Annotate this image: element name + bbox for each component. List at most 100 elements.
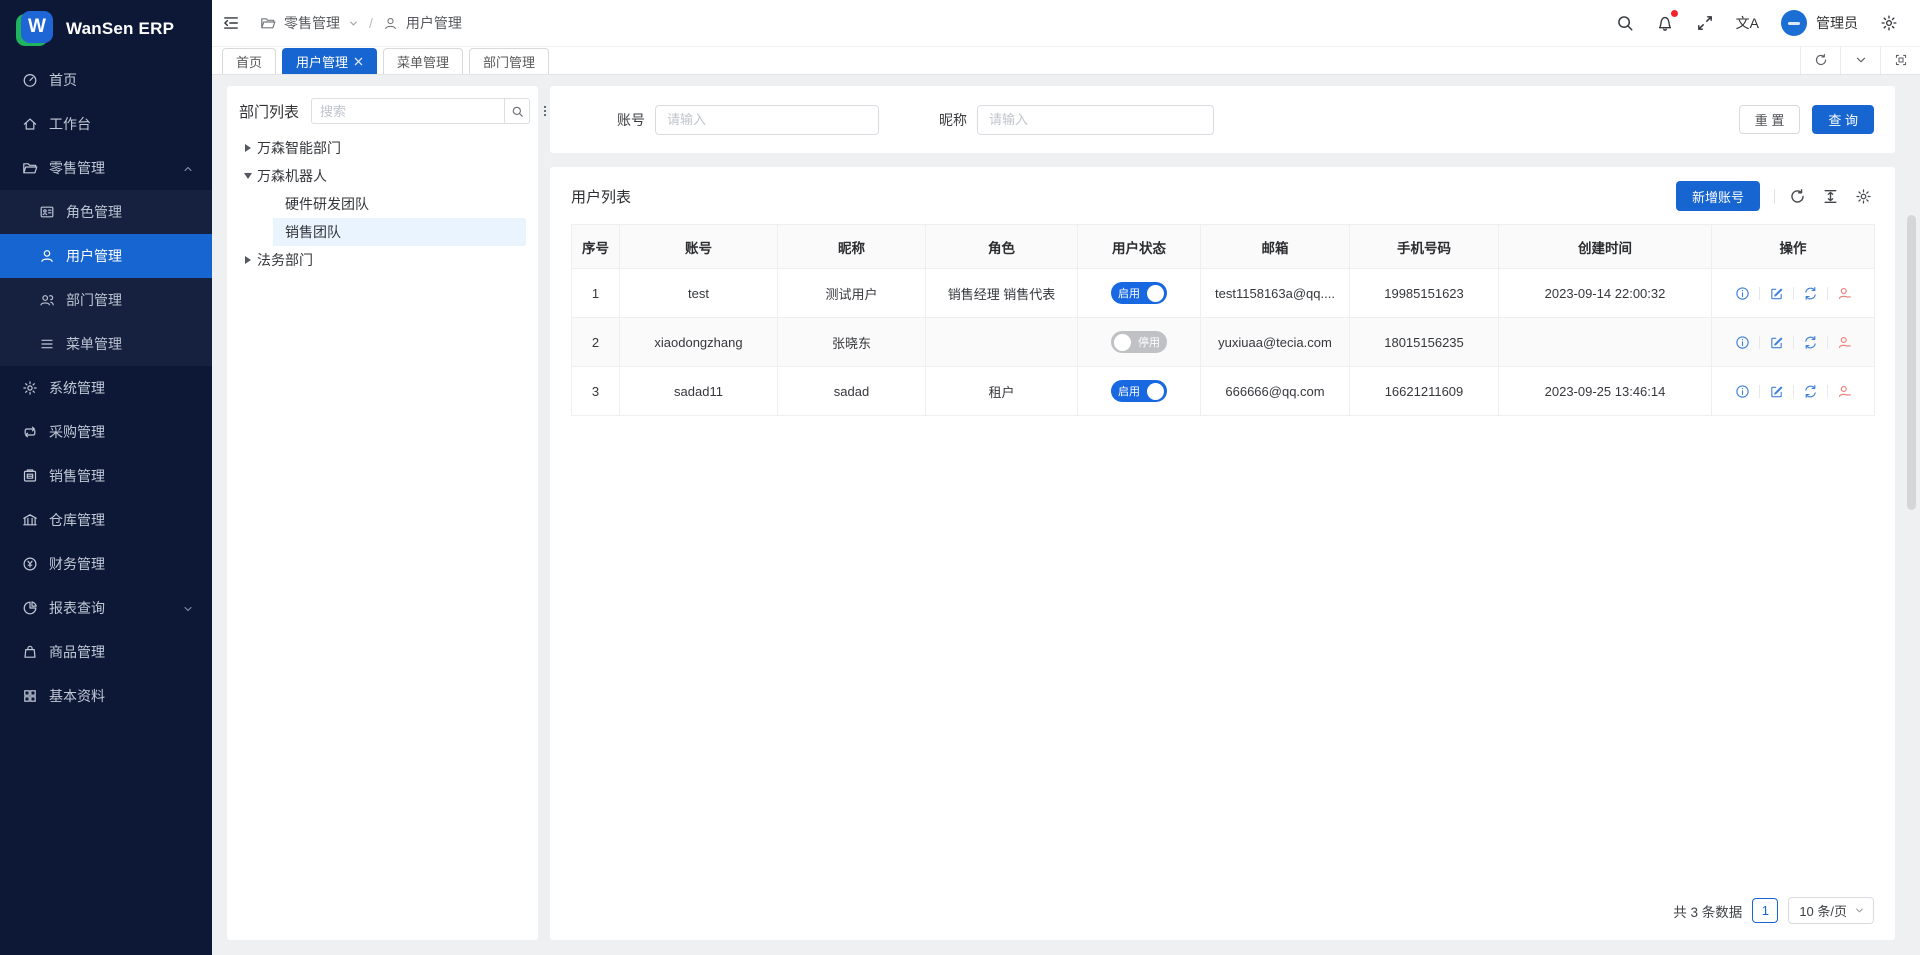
sidebar-item-system[interactable]: 系统管理 (0, 366, 212, 410)
row-height-icon[interactable] (1822, 188, 1839, 205)
remove-user-icon[interactable] (1837, 335, 1852, 350)
sidebar-item-purchase[interactable]: 采购管理 (0, 410, 212, 454)
sidebar-item-label: 角色管理 (66, 202, 122, 222)
edit-icon[interactable] (1769, 384, 1784, 399)
sidebar-item-retail[interactable]: 零售管理 (0, 146, 212, 190)
sidebar-item-workbench[interactable]: 工作台 (0, 102, 212, 146)
sidebar-item-sales[interactable]: 销售管理 (0, 454, 212, 498)
department-search-input[interactable] (311, 98, 504, 124)
info-icon[interactable] (1735, 286, 1750, 301)
status-toggle-off[interactable]: 停用 (1111, 331, 1167, 353)
maximize-icon[interactable] (1880, 46, 1920, 74)
sidebar: W WanSen ERP 首页 工作台 零售管理 角色管理 用户管理 (0, 0, 212, 955)
tree-collapsed-icon[interactable] (239, 144, 257, 152)
user-avatar[interactable] (1781, 10, 1807, 36)
breadcrumb-root[interactable]: 零售管理 (284, 13, 340, 33)
scrollbar-thumb[interactable] (1907, 215, 1916, 510)
sidebar-submenu-retail: 角色管理 用户管理 部门管理 菜单管理 (0, 190, 212, 366)
fullscreen-icon[interactable] (1696, 14, 1714, 32)
sidebar-item-goods[interactable]: 商品管理 (0, 630, 212, 674)
reset-password-icon[interactable] (1803, 384, 1818, 399)
column-header: 昵称 (778, 225, 926, 269)
page-number-button[interactable]: 1 (1752, 898, 1778, 923)
status-toggle-on[interactable]: 启用 (1111, 282, 1167, 304)
add-account-button[interactable]: 新增账号 (1676, 181, 1760, 211)
sidebar-item-menu-mgmt[interactable]: 菜单管理 (0, 322, 212, 366)
logo-letter: W (21, 11, 53, 43)
info-icon[interactable] (1735, 384, 1750, 399)
sidebar-item-label: 仓库管理 (49, 510, 194, 530)
tab-user-mgmt[interactable]: 用户管理 (282, 48, 377, 74)
tree-item[interactable]: 法务部门 (239, 246, 526, 274)
reset-button[interactable]: 重 置 (1739, 105, 1801, 134)
cell-phone: 18015156235 (1350, 318, 1499, 367)
account-input[interactable] (655, 105, 879, 135)
column-header: 邮箱 (1201, 225, 1350, 269)
edit-icon[interactable] (1769, 286, 1784, 301)
cell-created: 2023-09-25 13:46:14 (1499, 367, 1712, 416)
language-icon[interactable]: 文A (1736, 13, 1759, 33)
refresh-icon[interactable] (1789, 188, 1806, 205)
account-label: 账号 (617, 110, 645, 130)
user-icon (39, 248, 55, 264)
top-header: 零售管理 / 用户管理 文A 管理员 (212, 0, 1920, 47)
refresh-icon[interactable] (1800, 46, 1840, 74)
sidebar-item-user-mgmt[interactable]: 用户管理 (0, 234, 212, 278)
sidebar-item-reports[interactable]: 报表查询 (0, 586, 212, 630)
chevron-down-icon[interactable] (1840, 46, 1880, 74)
query-button[interactable]: 查 询 (1812, 105, 1874, 134)
tab-label: 首页 (236, 52, 262, 71)
exchange-icon (22, 424, 38, 440)
tab-menu-mgmt[interactable]: 菜单管理 (383, 48, 463, 74)
filter-bar: 账号 昵称 重 置 查 询 (550, 86, 1895, 153)
tab-label: 用户管理 (296, 52, 348, 71)
tree-collapsed-icon[interactable] (239, 256, 257, 264)
register-icon (22, 468, 38, 484)
cell-actions (1712, 367, 1875, 416)
tab-dept-mgmt[interactable]: 部门管理 (469, 48, 549, 74)
info-icon[interactable] (1735, 335, 1750, 350)
search-icon[interactable] (504, 98, 530, 124)
search-icon[interactable] (1616, 14, 1634, 32)
reset-password-icon[interactable] (1803, 335, 1818, 350)
sidebar-item-warehouse[interactable]: 仓库管理 (0, 498, 212, 542)
sidebar-item-home[interactable]: 首页 (0, 58, 212, 102)
tree-item-selected[interactable]: 销售团队 (273, 218, 526, 246)
tree-item[interactable]: 万森智能部门 (239, 134, 526, 162)
edit-icon[interactable] (1769, 335, 1784, 350)
cell-nickname: sadad (778, 367, 926, 416)
tab-home[interactable]: 首页 (222, 48, 276, 74)
nickname-input[interactable] (977, 105, 1214, 135)
department-panel-title: 部门列表 (239, 101, 299, 122)
sidebar-item-label: 销售管理 (49, 466, 194, 486)
sidebar-item-finance[interactable]: 财务管理 (0, 542, 212, 586)
sidebar-item-basic-data[interactable]: 基本资料 (0, 674, 212, 718)
cell-email: yuxiuaa@tecia.com (1201, 318, 1350, 367)
tree-item[interactable]: 万森机器人 (239, 162, 526, 190)
user-name: 管理员 (1816, 13, 1858, 33)
sidebar-item-label: 菜单管理 (66, 334, 122, 354)
sidebar-item-dept-mgmt[interactable]: 部门管理 (0, 278, 212, 322)
page-size-select[interactable]: 10 条/页 (1788, 897, 1874, 924)
cell-actions (1712, 269, 1875, 318)
chevron-down-icon[interactable] (348, 18, 359, 29)
column-settings-gear-icon[interactable] (1855, 188, 1872, 205)
remove-user-icon[interactable] (1837, 384, 1852, 399)
sidebar-item-label: 采购管理 (49, 422, 194, 442)
tree-item[interactable]: 硬件研发团队 (273, 190, 526, 218)
status-toggle-on[interactable]: 启用 (1111, 380, 1167, 402)
remove-user-icon[interactable] (1837, 286, 1852, 301)
tab-bar: 首页 用户管理 菜单管理 部门管理 (212, 47, 1920, 75)
settings-gear-icon[interactable] (1880, 14, 1898, 32)
notification-bell-icon[interactable] (1656, 14, 1674, 32)
column-header: 用户状态 (1078, 225, 1201, 269)
user-icon (383, 16, 398, 31)
toggle-knob (1147, 383, 1164, 400)
reset-password-icon[interactable] (1803, 286, 1818, 301)
close-icon[interactable] (354, 57, 363, 66)
tree-item-label: 硬件研发团队 (285, 194, 369, 214)
sidebar-collapse-icon[interactable] (222, 14, 240, 32)
sidebar-item-role-mgmt[interactable]: 角色管理 (0, 190, 212, 234)
column-header: 操作 (1712, 225, 1875, 269)
tree-expanded-icon[interactable] (239, 173, 257, 179)
